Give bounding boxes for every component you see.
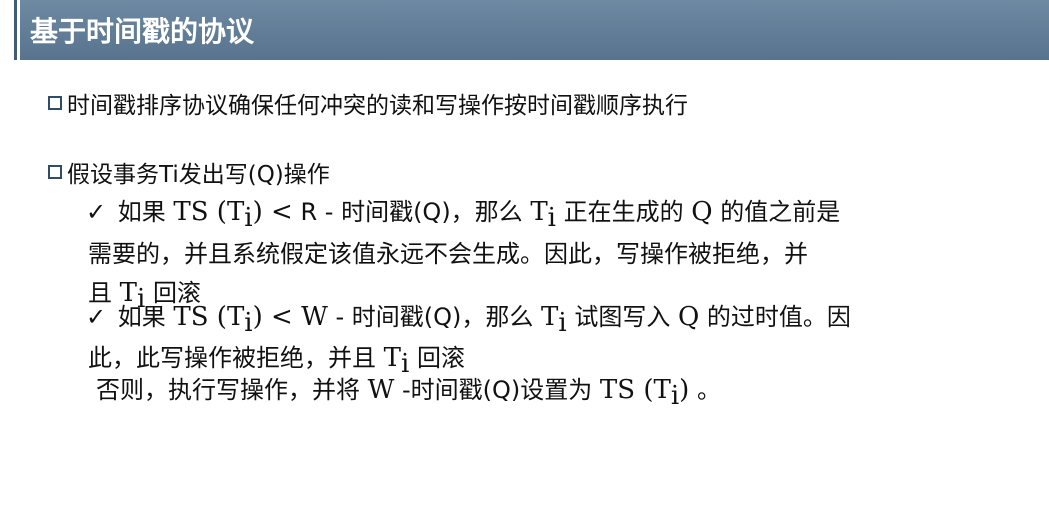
bullet-item-2: 假设事务Ti发出写(Q)操作 <box>48 155 330 189</box>
sub-item-2-line-1: ✓ 如果 TS (Ti) < W - 时间戳(Q)，那么 Ti 试图写入 Q 的… <box>86 302 851 338</box>
checkmark-icon: ✓ <box>86 303 107 331</box>
square-bullet-icon <box>48 96 62 110</box>
sub-item-1-line-2: 需要的，并且系统假定该值永远不会生成。因此，写操作被拒绝，并 <box>88 240 808 268</box>
title-accent-bar <box>0 0 20 60</box>
bullet-text-2: 假设事务Ti发出写(Q)操作 <box>67 162 330 188</box>
sub-item-3-line-1: 否则，执行写操作，并将 W -时间戳(Q)设置为 TS (Ti) 。 <box>96 375 721 411</box>
bullet-item-1: 时间戳排序协议确保任何冲突的读和写操作按时间戳顺序执行 <box>48 86 688 120</box>
checkmark-icon: ✓ <box>86 198 107 226</box>
square-bullet-icon <box>48 165 62 179</box>
bullet-text-1: 时间戳排序协议确保任何冲突的读和写操作按时间戳顺序执行 <box>67 93 688 119</box>
slide-title: 基于时间戳的协议 <box>30 15 255 48</box>
sub-item-1-line-1: ✓ 如果 TS (Ti) < R - 时间戳(Q)，那么 Ti 正在生成的 Q … <box>86 197 841 233</box>
